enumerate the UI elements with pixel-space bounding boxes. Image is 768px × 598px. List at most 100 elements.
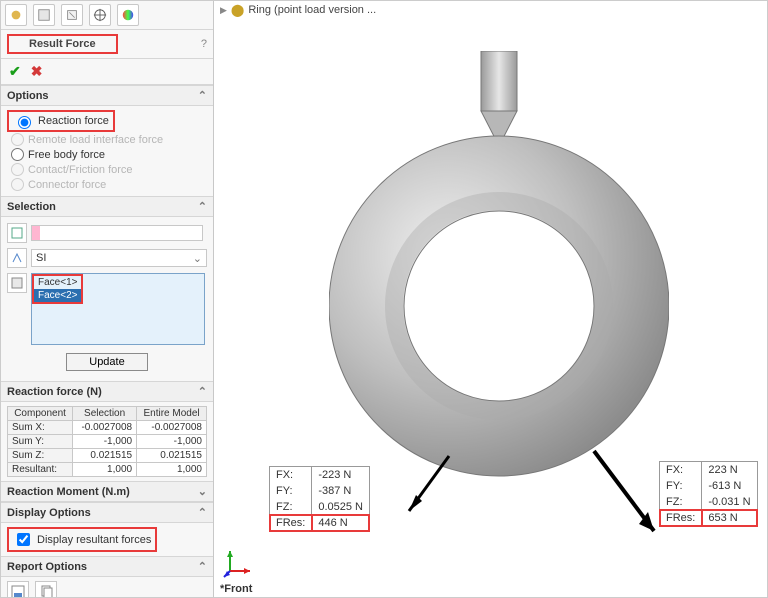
cell: -1,000 (73, 435, 137, 449)
display-resultant-option[interactable]: Display resultant forces (7, 527, 157, 552)
cell: 0.021515 (137, 449, 207, 463)
cell: Resultant: (8, 463, 73, 477)
study-selector[interactable] (31, 225, 203, 241)
reaction-force-radio[interactable] (18, 116, 31, 129)
breadcrumb[interactable]: ▶ ⬤ Ring (point load version ... (220, 3, 376, 17)
reaction-moment-header[interactable]: Reaction Moment (N.m) ⌄ (1, 481, 213, 502)
fy-label: FY: (270, 483, 312, 499)
fres-value: 446 N (312, 515, 369, 531)
contact-option: Contact/Friction force (7, 162, 207, 177)
cell: Sum Y: (8, 435, 73, 449)
unit-value: SI (36, 252, 46, 264)
cell: Sum Z: (8, 449, 73, 463)
reaction-force-header-label: Reaction force (N) (7, 386, 102, 398)
tab-config[interactable] (33, 4, 55, 26)
breadcrumb-arrow-icon: ▶ (220, 5, 227, 16)
update-button[interactable]: Update (66, 353, 147, 371)
col-selection: Selection (73, 407, 137, 421)
display-resultant-checkbox[interactable] (17, 533, 30, 546)
cell: 1,000 (73, 463, 137, 477)
selection-header-label: Selection (7, 201, 56, 213)
panel-title-bar: Result Force ? (1, 30, 213, 59)
fy-value: -387 N (312, 483, 369, 499)
face-item-2[interactable]: Face<2> (34, 289, 81, 302)
remote-load-label: Remote load interface force (28, 134, 163, 146)
face-picker-icon[interactable] (7, 273, 27, 293)
fy-value: -613 N (702, 478, 757, 494)
force-callout-right: FX:223 N FY:-613 N FZ:-0.031 N FRes:653 … (659, 461, 758, 527)
save-report-icon[interactable] (7, 581, 29, 597)
tab-display[interactable] (61, 4, 83, 26)
view-triad[interactable] (222, 545, 256, 579)
reaction-force-label: Reaction force (38, 115, 109, 127)
selection-body: SI ⌄ Face<1> Face<2> Update (1, 217, 213, 381)
fx-value: -223 N (312, 467, 369, 483)
cell: -1,000 (137, 435, 207, 449)
fz-label: FZ: (270, 499, 312, 515)
display-options-header[interactable]: Display Options ⌃ (1, 502, 213, 523)
display-options-label: Display Options (7, 507, 91, 519)
options-body: Reaction force Remote load interface for… (1, 106, 213, 196)
fx-label: FX: (660, 462, 702, 478)
tab-feature[interactable] (5, 4, 27, 26)
force-callout-left: FX:-223 N FY:-387 N FZ:0.0525 N FRes:446… (269, 466, 370, 532)
fz-value: -0.031 N (702, 494, 757, 510)
fx-label: FX: (270, 467, 312, 483)
fx-value: 223 N (702, 462, 757, 478)
col-component: Component (8, 407, 73, 421)
display-resultant-label: Display resultant forces (37, 534, 151, 546)
ok-button[interactable]: ✔ (9, 63, 21, 80)
chevron-down-icon: ⌄ (193, 252, 202, 265)
options-header[interactable]: Options ⌃ (1, 85, 213, 106)
cell: Sum X: (8, 421, 73, 435)
cancel-button[interactable]: ✖ (31, 63, 43, 80)
fz-label: FZ: (660, 494, 702, 510)
chevron-down-icon: ⌄ (198, 485, 207, 498)
display-options-body: Display resultant forces (1, 523, 213, 556)
tab-appearance[interactable] (117, 4, 139, 26)
cell: 0.021515 (73, 449, 137, 463)
chevron-up-icon: ⌃ (198, 89, 207, 102)
copy-report-icon[interactable] (35, 581, 57, 597)
remote-load-radio (11, 133, 24, 146)
report-options-header[interactable]: Report Options ⌃ (1, 556, 213, 577)
cell: 1,000 (137, 463, 207, 477)
remote-load-option: Remote load interface force (7, 132, 207, 147)
report-options-label: Report Options (7, 561, 87, 573)
study-icon[interactable] (7, 223, 27, 243)
contact-radio (11, 163, 24, 176)
reaction-force-option[interactable]: Reaction force (7, 110, 115, 132)
ring-model[interactable] (329, 51, 669, 481)
graphics-viewport[interactable]: ▶ ⬤ Ring (point load version ... (214, 1, 767, 597)
chevron-up-icon: ⌃ (198, 200, 207, 213)
unit-select[interactable]: SI ⌄ (31, 249, 207, 267)
app-root: Result Force ? ✔ ✖ Options ⌃ Reaction fo… (0, 0, 768, 598)
connector-option: Connector force (7, 177, 207, 192)
contact-label: Contact/Friction force (28, 164, 133, 176)
report-options-body (1, 577, 213, 597)
property-panel: Result Force ? ✔ ✖ Options ⌃ Reaction fo… (1, 1, 214, 597)
face-selection-list[interactable]: Face<1> Face<2> (31, 273, 205, 345)
fres-label: FRes: (270, 515, 312, 531)
face-item-1[interactable]: Face<1> (34, 276, 81, 289)
fy-label: FY: (660, 478, 702, 494)
free-body-option[interactable]: Free body force (7, 147, 207, 162)
reaction-moment-label: Reaction Moment (N.m) (7, 486, 130, 498)
connector-label: Connector force (28, 179, 106, 191)
col-entire-model: Entire Model (137, 407, 207, 421)
tab-target[interactable] (89, 4, 111, 26)
part-icon: ⬤ (231, 3, 244, 17)
selection-header[interactable]: Selection ⌃ (1, 196, 213, 217)
panel-title: Result Force (7, 34, 118, 54)
unit-icon[interactable] (7, 248, 27, 268)
chevron-up-icon: ⌃ (198, 560, 207, 573)
fz-value: 0.0525 N (312, 499, 369, 515)
options-header-label: Options (7, 90, 49, 102)
fres-label: FRes: (660, 510, 702, 526)
breadcrumb-label: Ring (point load version ... (248, 4, 376, 16)
connector-radio (11, 178, 24, 191)
free-body-radio[interactable] (11, 148, 24, 161)
chevron-up-icon: ⌃ (198, 385, 207, 398)
reaction-force-header[interactable]: Reaction force (N) ⌃ (1, 381, 213, 402)
help-icon[interactable]: ? (201, 38, 207, 50)
